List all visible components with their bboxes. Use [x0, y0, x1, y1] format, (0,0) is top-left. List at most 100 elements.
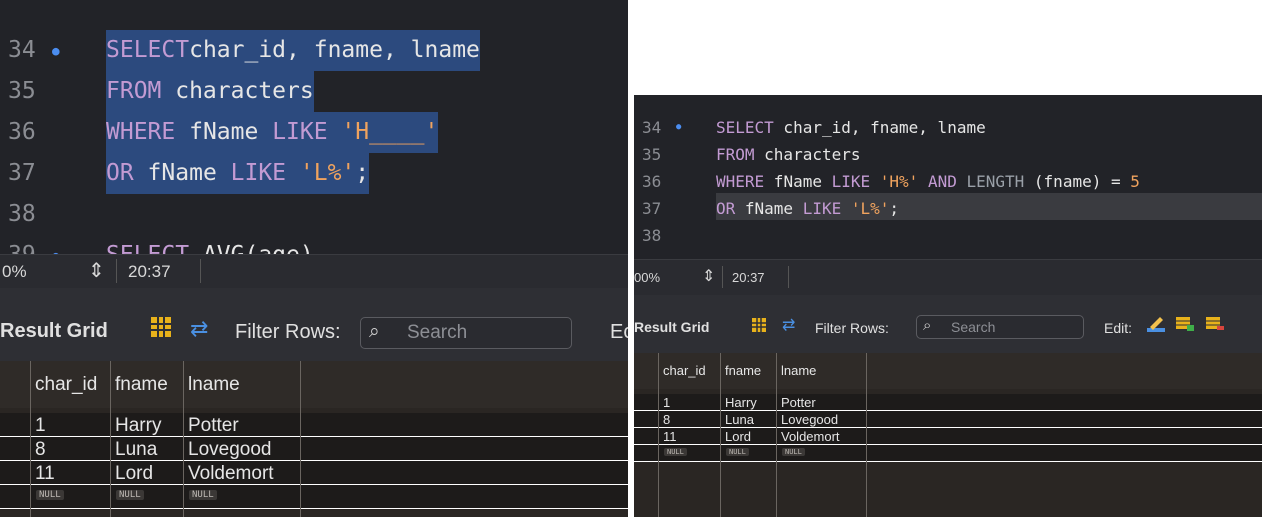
- code-token: AND: [918, 172, 957, 191]
- table-cell: Potter: [781, 395, 816, 410]
- code-token: 'H____': [327, 119, 439, 145]
- column-header-char_id[interactable]: char_id: [663, 363, 706, 378]
- code-token: fName: [764, 172, 832, 191]
- code-line[interactable]: 35 FROM characters: [0, 71, 628, 112]
- code-token: fName: [735, 199, 803, 218]
- null-badge: NULL: [664, 448, 687, 456]
- code-token: 'H%': [870, 172, 919, 191]
- code-token: LIKE: [831, 172, 871, 191]
- null-badge: NULL: [189, 490, 217, 500]
- code-text[interactable]: SELECTchar_id, fname, lname: [106, 30, 480, 71]
- line-number: 34: [642, 118, 662, 137]
- add-row-icon[interactable]: [1175, 316, 1195, 337]
- grid-layout-icon[interactable]: [150, 316, 172, 343]
- column-divider: [658, 353, 659, 517]
- filter-rows-label: Filter Rows:: [235, 321, 341, 343]
- column-header-char_id[interactable]: char_id: [35, 374, 97, 396]
- table-cell: Luna: [725, 412, 754, 427]
- result-grid-left[interactable]: char_id fname lname 1 Harry Potter 8 Luna Lovego…: [0, 361, 628, 517]
- cursor-position: 20:37: [732, 270, 765, 285]
- code-text[interactable]: WHERE fName LIKE 'H____': [106, 112, 439, 153]
- result-grid-label[interactable]: Result Grid: [634, 319, 709, 335]
- code-token: char_id, fname, lname: [773, 118, 986, 137]
- line-number: 38: [8, 201, 36, 227]
- sql-editor-right[interactable]: 34 ● SELECT char_id, fname, lname 35 FROM ch…: [634, 95, 1262, 259]
- line-number: 35: [8, 78, 36, 104]
- search-placeholder: Search: [407, 322, 468, 343]
- line-number: 36: [642, 172, 662, 191]
- table-row[interactable]: [0, 461, 628, 485]
- zoom-label[interactable]: 00%: [634, 270, 660, 285]
- table-cell: 8: [663, 412, 671, 427]
- code-line[interactable]: 37 OR fName LIKE 'L%';: [634, 195, 1262, 222]
- code-token: SELECT: [106, 37, 190, 63]
- table-row[interactable]: [0, 485, 628, 509]
- code-text[interactable]: OR fName LIKE 'L%';: [106, 153, 370, 194]
- grid-layout-icon[interactable]: [751, 317, 767, 338]
- column-header-lname[interactable]: lname: [781, 363, 816, 378]
- result-grid-label[interactable]: Result Grid: [0, 320, 108, 343]
- delete-row-icon[interactable]: [1205, 316, 1225, 337]
- pencil-icon[interactable]: [1146, 315, 1166, 338]
- column-header-fname[interactable]: fname: [115, 374, 168, 396]
- search-input-right[interactable]: ⌕ Search: [916, 315, 1084, 339]
- magnifier-icon: ⌕: [923, 317, 932, 334]
- sql-editor-left[interactable]: 34 ● SELECTchar_id, fname, lname 35 FROM cha…: [0, 0, 628, 268]
- table-row[interactable]: [0, 437, 628, 461]
- code-token: FROM: [106, 78, 162, 104]
- search-input-left[interactable]: ⌕ Search: [360, 317, 572, 349]
- code-line[interactable]: 34 ● SELECT char_id, fname, lname: [634, 114, 1262, 141]
- magnifier-icon: ⌕: [369, 321, 380, 342]
- line-number: 34: [8, 37, 36, 63]
- result-toolbar-right: Result Grid ⇄ Filter Rows: ⌕ Search Edit…: [634, 295, 1262, 353]
- column-header-fname[interactable]: fname: [725, 363, 761, 378]
- code-token: FROM: [716, 145, 755, 164]
- code-text[interactable]: WHERE fName LIKE 'H%' AND LENGTH (fname)…: [716, 168, 1140, 195]
- table-cell: Voldemort: [781, 429, 840, 444]
- editor-status-bar-left: 0% ⇕ 20:37: [0, 254, 628, 289]
- cursor-position: 20:37: [128, 262, 171, 281]
- null-badge: NULL: [726, 448, 749, 456]
- code-token: ;: [889, 199, 900, 218]
- refresh-arrows-icon[interactable]: ⇄: [190, 316, 208, 342]
- column-header-lname[interactable]: lname: [188, 374, 240, 396]
- table-row[interactable]: [0, 413, 628, 437]
- table-cell: Voldemort: [188, 463, 274, 484]
- search-placeholder: Search: [951, 319, 996, 335]
- table-cell: 11: [35, 463, 55, 484]
- code-text[interactable]: SELECT char_id, fname, lname: [716, 114, 986, 141]
- column-divider: [720, 353, 721, 517]
- code-text[interactable]: OR fName LIKE 'L%';: [716, 195, 899, 222]
- code-line[interactable]: 34 ● SELECTchar_id, fname, lname: [0, 30, 628, 71]
- zoom-label[interactable]: 0%: [2, 262, 27, 282]
- code-line[interactable]: 36 WHERE fName LIKE 'H____': [0, 112, 628, 153]
- code-text[interactable]: FROM characters: [716, 141, 861, 168]
- statement-marker-icon: ●: [676, 122, 682, 132]
- table-cell: Lovegood: [188, 439, 272, 460]
- code-line[interactable]: 36 WHERE fName LIKE 'H%' AND LENGTH (fnam…: [634, 168, 1262, 195]
- code-token: LIKE: [802, 199, 842, 218]
- refresh-arrows-icon[interactable]: ⇄: [782, 315, 795, 335]
- up-down-stepper-icon[interactable]: ⇕: [88, 258, 105, 283]
- code-line[interactable]: 38: [634, 222, 1262, 249]
- table-cell: 1: [663, 395, 671, 410]
- column-divider: [776, 353, 777, 517]
- table-cell: Lord: [115, 463, 154, 484]
- code-line[interactable]: 35 FROM characters: [634, 141, 1262, 168]
- code-token: 5: [1130, 172, 1140, 191]
- filter-rows-label: Filter Rows:: [815, 320, 889, 336]
- code-token: 'L%': [841, 199, 890, 218]
- code-line[interactable]: 37 OR fName LIKE 'L%';: [0, 153, 628, 194]
- column-divider: [866, 353, 867, 517]
- table-cell: 11: [663, 429, 677, 444]
- result-grid-right[interactable]: char_id fname lname 1 Harry Potter 8 Luna Lovego…: [634, 353, 1262, 517]
- table-cell: Lord: [725, 429, 752, 444]
- code-token: LENGTH: [956, 172, 1025, 191]
- code-line[interactable]: 38: [0, 194, 628, 235]
- up-down-stepper-icon[interactable]: ⇕: [702, 266, 715, 286]
- column-divider: [183, 361, 184, 517]
- table-cell: Luna: [115, 439, 158, 460]
- result-toolbar-left: Result Grid ⇄ Filter Rows: ⌕ Search Ec: [0, 288, 628, 361]
- code-text[interactable]: FROM characters: [106, 71, 314, 112]
- code-token: fName: [133, 160, 231, 186]
